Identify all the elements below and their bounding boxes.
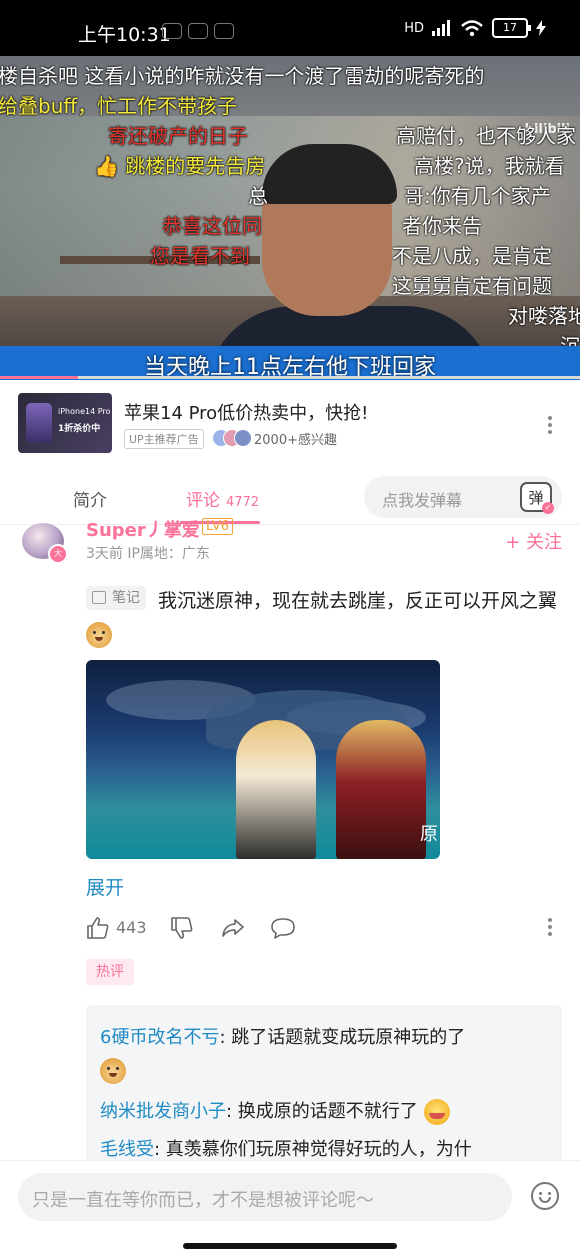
reply-item[interactable]: 6硬币改名不亏: 跳了话题就变成玩原神玩的了 bbox=[100, 1021, 550, 1087]
danmaku-icon: 弹 bbox=[528, 489, 544, 507]
bilibili-notification-icon bbox=[162, 23, 182, 39]
comment-icon[interactable] bbox=[270, 916, 296, 940]
ad-title[interactable]: 苹果14 Pro低价热卖中，快抢! bbox=[124, 399, 368, 425]
phone-image bbox=[26, 403, 52, 443]
reply-username[interactable]: 毛线受 bbox=[100, 1139, 154, 1160]
expand-link[interactable]: 展开 bbox=[86, 873, 124, 900]
ad-interest-count: 2000+感兴趣 bbox=[254, 433, 337, 448]
battery-icon: 17 bbox=[492, 18, 531, 38]
wifi-icon bbox=[461, 20, 483, 37]
danmaku-line: 恭喜这位同 bbox=[162, 214, 262, 238]
app-notification-icon bbox=[188, 23, 208, 39]
danmaku-line: 这舅舅肯定有问题 bbox=[392, 274, 552, 298]
comment-input-bar: 只是一直在等你而已，才不是想被评论呢～ bbox=[0, 1160, 580, 1258]
like-count: 443 bbox=[116, 918, 147, 937]
doge-emoji-icon bbox=[86, 621, 112, 648]
tab-comments-count: 4772 bbox=[226, 495, 260, 510]
danmaku-line: 您是看不到 bbox=[150, 244, 250, 268]
avatar bbox=[234, 429, 252, 447]
video-player[interactable]: bilibili 楼自杀吧 这看小说的咋就没有一个渡了雷劫的呢寄死的 给叠buf… bbox=[0, 56, 580, 379]
reply-username[interactable]: 6硬币改名不亏 bbox=[100, 1027, 219, 1048]
emoji-picker-icon[interactable] bbox=[531, 1182, 559, 1210]
reply-username[interactable]: 纳米批发商小子 bbox=[100, 1101, 226, 1122]
danmaku-line: 给叠buff，忙工作不带孩子 bbox=[0, 94, 238, 118]
ad-tag: UP主推荐广告 bbox=[124, 429, 204, 449]
image-watermark: 原 bbox=[420, 824, 438, 845]
tab-comments[interactable]: 评论 4772 bbox=[186, 486, 259, 511]
check-icon: ✓ bbox=[542, 502, 554, 514]
danmaku-line: 楼自杀吧 这看小说的咋就没有一个渡了雷劫的呢寄死的 bbox=[0, 64, 485, 88]
danmaku-toggle-button[interactable]: 弹 ✓ bbox=[520, 482, 554, 514]
reply-item[interactable]: 纳米批发商小子: 换成原的话题不就行了 bbox=[100, 1095, 550, 1128]
interested-avatars bbox=[212, 429, 252, 447]
smirk-emoji-icon bbox=[423, 1099, 450, 1125]
game-character bbox=[336, 720, 426, 859]
ad-thumbnail[interactable]: iPhone14 Pro 1折杀价中 bbox=[18, 393, 112, 453]
note-tag-label: 笔记 bbox=[112, 590, 140, 606]
danmaku-input-placeholder: 点我发弹幕 bbox=[382, 491, 463, 510]
like-icon[interactable] bbox=[86, 916, 110, 940]
comment-username[interactable]: Super丿掌爱 bbox=[86, 516, 200, 542]
comment-more-icon[interactable] bbox=[548, 918, 552, 939]
comment-input[interactable]: 只是一直在等你而已，才不是想被评论呢～ bbox=[18, 1173, 512, 1221]
comment-actions: 443 bbox=[86, 912, 564, 944]
tab-comments-label: 评论 bbox=[186, 491, 220, 511]
video-progress-fill bbox=[0, 376, 79, 379]
danmaku-line: 者你来告 bbox=[402, 214, 482, 238]
reply-list[interactable]: 6硬币改名不亏: 跳了话题就变成玩原神玩的了 纳米批发商小子: 换成原的话题不就… bbox=[86, 1005, 562, 1165]
game-character bbox=[236, 720, 316, 859]
ad-thumbnail-model: iPhone14 Pro bbox=[58, 407, 111, 416]
danmaku-line: 寄还破产的日子 bbox=[108, 124, 248, 148]
status-time: 上午10:31 bbox=[78, 24, 171, 46]
danmaku-line: 高楼?说，我就看 bbox=[414, 154, 565, 178]
comment-body: 我沉迷原神，现在就去跳崖，反正可以开风之翼 bbox=[158, 590, 558, 612]
danmaku-line: 👍 跳楼的要先告房 bbox=[94, 154, 266, 178]
dislike-icon[interactable] bbox=[170, 916, 194, 940]
danmaku-line: 对喽落地 bbox=[508, 304, 580, 328]
ad-thumbnail-offer: 1折杀价中 bbox=[58, 424, 101, 434]
user-level-badge: LV6 bbox=[202, 518, 233, 535]
app-notification-icon bbox=[214, 23, 234, 39]
danmaku-input[interactable]: 点我发弹幕 弹 ✓ bbox=[364, 476, 562, 518]
network-type: HD bbox=[404, 20, 424, 36]
signal-icon bbox=[432, 20, 450, 36]
danmaku-line: 哥:你有几个家产 bbox=[404, 184, 551, 208]
comment-meta: 3天前 IP属地：广东 bbox=[86, 546, 210, 562]
danmaku-line: 不是八成，是肯定 bbox=[392, 244, 552, 268]
follow-button[interactable]: + 关注 bbox=[505, 528, 562, 554]
note-icon bbox=[92, 591, 106, 604]
charging-icon bbox=[536, 20, 546, 36]
ad-card[interactable]: iPhone14 Pro 1折杀价中 苹果14 Pro低价热卖中，快抢! UP主… bbox=[0, 380, 580, 466]
reply-text: : 真羡慕你们玩原神觉得好玩的人，为什 bbox=[154, 1139, 472, 1160]
danmaku-line: 总 bbox=[248, 184, 268, 208]
note-tag[interactable]: 笔记 bbox=[86, 586, 146, 610]
comment-text: 我沉迷原神，现在就去跳崖，反正可以开风之翼 bbox=[86, 585, 564, 651]
comment-image[interactable]: 原 bbox=[86, 660, 440, 859]
ad-more-icon[interactable] bbox=[548, 416, 552, 437]
share-icon[interactable] bbox=[220, 916, 246, 940]
vip-badge: 大 bbox=[48, 544, 68, 564]
reply-text: : 换成原的话题不就行了 bbox=[226, 1101, 418, 1122]
comment-input-placeholder: 只是一直在等你而已，才不是想被评论呢～ bbox=[32, 1190, 374, 1211]
tab-intro[interactable]: 简介 bbox=[73, 486, 107, 511]
reply-text: : 跳了话题就变成玩原神玩的了 bbox=[219, 1027, 466, 1048]
doge-emoji-icon bbox=[100, 1058, 126, 1084]
video-progress-bar[interactable] bbox=[0, 376, 580, 379]
status-bar: 上午10:31 HD 17 bbox=[0, 0, 580, 56]
hot-comment-tag: 热评 bbox=[86, 959, 134, 985]
home-indicator bbox=[183, 1243, 397, 1249]
danmaku-line: 高赔付，也不够人家 bbox=[396, 124, 576, 148]
